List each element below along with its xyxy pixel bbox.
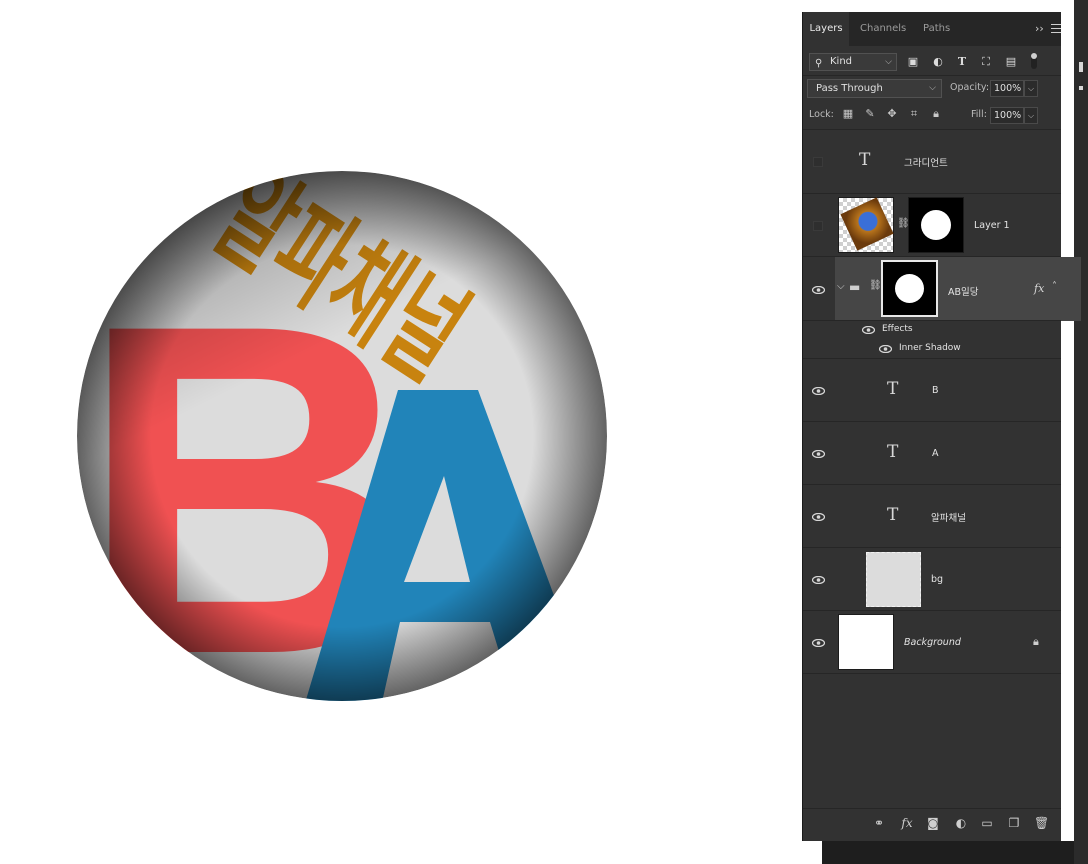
- visibility-eye-icon[interactable]: [812, 576, 825, 584]
- fill-input[interactable]: 100%: [990, 107, 1024, 124]
- type-filter-icon[interactable]: T: [956, 56, 968, 68]
- visibility-eye-icon[interactable]: [812, 513, 825, 521]
- visibility-eye-icon[interactable]: [862, 326, 875, 334]
- lock-label: Lock:: [809, 109, 834, 120]
- canvas-artwork: 알파채널 B: [77, 171, 607, 701]
- layer-name[interactable]: Background: [904, 637, 961, 648]
- mask-thumbnail[interactable]: [881, 260, 938, 317]
- visibility-eye-icon[interactable]: [879, 345, 892, 353]
- chevron-down-icon[interactable]: ⌵: [837, 281, 845, 292]
- layer-name[interactable]: A: [932, 448, 939, 459]
- link-layers-icon[interactable]: ⚭: [872, 816, 886, 830]
- visibility-toggle[interactable]: [813, 221, 823, 231]
- visibility-eye-icon[interactable]: [812, 286, 825, 294]
- effect-row[interactable]: Inner Shadow: [803, 340, 1061, 359]
- inner-shadow-effect[interactable]: Inner Shadow: [899, 343, 961, 353]
- search-icon: ⚲: [815, 58, 823, 69]
- type-layer-icon: T: [887, 379, 899, 399]
- lock-icon: 🔒︎: [1033, 635, 1039, 648]
- type-layer-icon: T: [887, 505, 899, 525]
- chevron-up-icon[interactable]: ˄: [1052, 281, 1057, 292]
- layer-row[interactable]: T 알파채널: [803, 485, 1061, 548]
- lock-all-icon[interactable]: 🔒︎: [930, 108, 942, 120]
- panel-tabs: Layers Channels Paths ››: [803, 12, 1061, 46]
- panel-footer: ⚭ fx ◙ ◐ ▭ ❐ 🗑︎: [803, 808, 1061, 837]
- link-icon[interactable]: ⛓: [869, 280, 882, 291]
- layer-thumbnail[interactable]: [838, 197, 894, 253]
- lock-artboard-icon[interactable]: ⌗: [908, 108, 920, 120]
- chevron-down-icon: ⌵: [929, 83, 936, 93]
- new-layer-icon[interactable]: ❐: [1007, 816, 1021, 830]
- opacity-label: Opacity:: [950, 82, 990, 93]
- lock-position-icon[interactable]: ✥: [886, 108, 898, 120]
- chevron-down-icon: ⌵: [885, 57, 892, 67]
- visibility-eye-icon[interactable]: [812, 387, 825, 395]
- fill-dropdown[interactable]: ⌵: [1024, 107, 1038, 124]
- filter-toggle[interactable]: [1031, 53, 1037, 69]
- adjustment-layer-icon[interactable]: ◐: [954, 816, 968, 830]
- layer-row[interactable]: T A: [803, 422, 1061, 485]
- effects-row[interactable]: Effects: [803, 321, 1061, 340]
- layer-name[interactable]: bg: [931, 574, 943, 585]
- visibility-eye-icon[interactable]: [812, 450, 825, 458]
- layer-thumbnail[interactable]: [866, 552, 921, 607]
- layer-row[interactable]: ⛓ Layer 1: [803, 194, 1061, 257]
- tab-paths[interactable]: Paths: [923, 12, 950, 46]
- workspace-strip: [822, 841, 1088, 864]
- add-mask-icon[interactable]: ◙: [926, 816, 940, 830]
- layer-row[interactable]: T 그라디언트: [803, 130, 1061, 194]
- effects-label: Effects: [882, 324, 913, 334]
- layer-name[interactable]: 그라디언트: [904, 155, 948, 169]
- blend-mode-value: Pass Through: [816, 83, 883, 94]
- opacity-input[interactable]: 100%: [990, 80, 1024, 97]
- layer-name[interactable]: B: [932, 385, 939, 396]
- tab-layers[interactable]: Layers: [803, 12, 849, 46]
- layer-row[interactable]: T B: [803, 359, 1061, 422]
- fill-label: Fill:: [971, 109, 987, 120]
- lock-transparent-pixels-icon[interactable]: ▦: [842, 108, 854, 120]
- blend-row: Pass Through ⌵ Opacity: 100% ⌵: [803, 78, 1061, 100]
- type-layer-icon: T: [859, 150, 871, 170]
- layer-row[interactable]: Background 🔒︎: [803, 611, 1061, 674]
- layer-name[interactable]: Layer 1: [974, 220, 1010, 231]
- visibility-eye-icon[interactable]: [812, 639, 825, 647]
- folder-icon: ▬: [849, 280, 861, 294]
- group-row[interactable]: ⌵ ▬ ⛓ AB일당 fx ˄: [803, 257, 1061, 321]
- collapse-panel-icon[interactable]: ››: [1035, 12, 1044, 46]
- fx-icon[interactable]: fx: [900, 816, 914, 830]
- kind-filter-select[interactable]: ⚲ Kind ⌵: [809, 53, 897, 71]
- type-layer-icon: T: [887, 442, 899, 462]
- panel-dock-edge: [1074, 0, 1088, 864]
- image-filter-icon[interactable]: ▣: [907, 56, 919, 68]
- fx-icon[interactable]: fx: [1034, 282, 1044, 295]
- lock-image-pixels-icon[interactable]: ✎: [864, 108, 876, 120]
- delete-layer-icon[interactable]: 🗑︎: [1034, 816, 1049, 830]
- smart-object-filter-icon[interactable]: ▤: [1005, 56, 1017, 68]
- kind-filter-label: Kind: [830, 56, 853, 67]
- mask-thumbnail[interactable]: [908, 197, 964, 253]
- layer-name[interactable]: AB일당: [948, 284, 979, 298]
- filter-row: ⚲ Kind ⌵ ▣ ◐ T ⛶ ▤: [803, 52, 1061, 74]
- lock-row: Lock: ▦ ✎ ✥ ⌗ 🔒︎ Fill: 100% ⌵: [803, 105, 1061, 127]
- adjustment-filter-icon[interactable]: ◐: [932, 56, 944, 68]
- tab-channels[interactable]: Channels: [860, 12, 906, 46]
- panel-menu-icon[interactable]: [1051, 24, 1061, 33]
- layers-panel: Layers Channels Paths ›› ⚲ Kind ⌵ ▣ ◐ T …: [802, 12, 1081, 841]
- layer-name[interactable]: 알파채널: [931, 510, 966, 524]
- layer-thumbnail[interactable]: [838, 614, 894, 670]
- visibility-toggle[interactable]: [813, 157, 823, 167]
- layer-row[interactable]: bg: [803, 548, 1061, 611]
- blend-mode-select[interactable]: Pass Through ⌵: [807, 79, 942, 98]
- shape-filter-icon[interactable]: ⛶: [980, 56, 992, 68]
- opacity-dropdown[interactable]: ⌵: [1024, 80, 1038, 97]
- new-group-icon[interactable]: ▭: [980, 816, 994, 830]
